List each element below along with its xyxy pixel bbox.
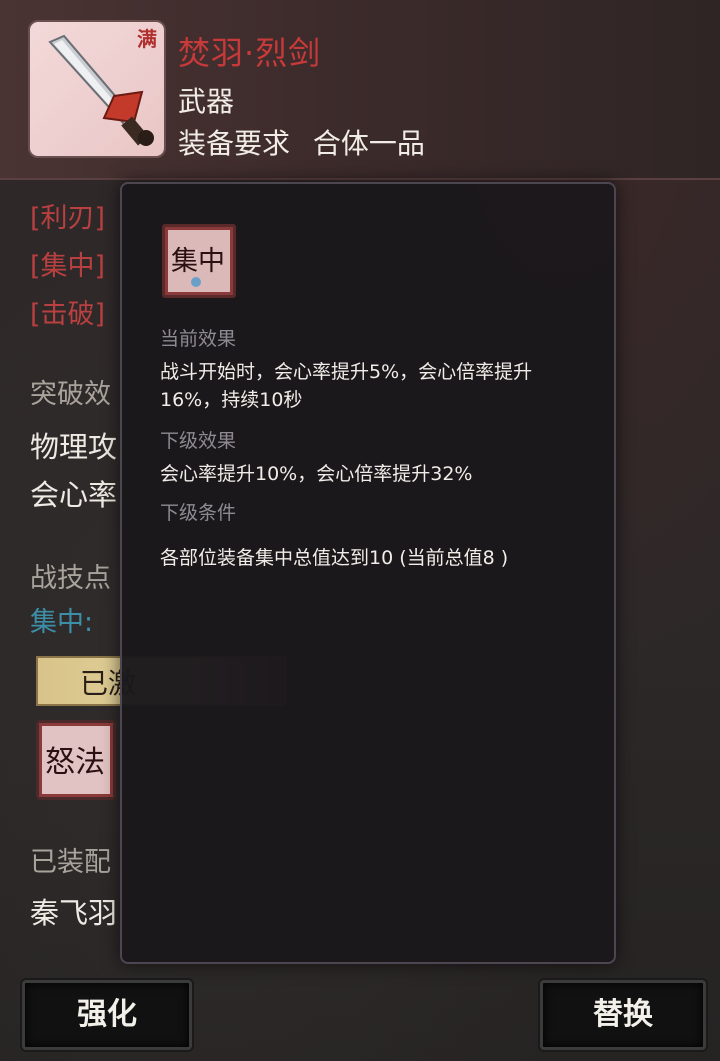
focus-line: 集中: [30, 607, 94, 638]
skill-icon-anger-text: 怒法 [45, 745, 105, 780]
skill-tooltip-popup: 集中 当前效果 战斗开始时，会心率提升5%，会心倍率提升16%，持续10秒 下级… [120, 182, 616, 964]
focus-skill-icon-text: 集中 [171, 246, 225, 277]
water-drop-icon [191, 277, 201, 287]
enhance-button[interactable]: 强化 [22, 980, 192, 1050]
next-condition-text: 各部位装备集中总值达到10 (当前总值8 ) [160, 547, 509, 569]
next-effect-text: 会心率提升10%，会心倍率提升32% [160, 463, 473, 485]
battle-skill-title: 战技点 [30, 563, 111, 594]
attribute-break[interactable]: [击破] [30, 292, 105, 331]
breakthrough-title: 突破效 [30, 379, 111, 410]
replace-button[interactable]: 替换 [540, 980, 706, 1050]
current-effect-label: 当前效果 [160, 328, 237, 350]
current-effect-text: 战斗开始时，会心率提升5%，会心倍率提升16%，持续10秒 [160, 361, 533, 411]
item-header: 满 焚羽·烈剑 武器 装备要求 合体一品 [0, 0, 720, 180]
equipped-title: 已装配 [30, 847, 111, 878]
requirement-row: 装备要求 合体一品 [178, 122, 425, 162]
requirement-value: 合体一品 [312, 127, 425, 160]
next-condition-label: 下级条件 [160, 502, 237, 524]
item-icon: 满 [28, 20, 166, 158]
equipped-character: 秦飞羽 [30, 896, 118, 930]
attribute-focus[interactable]: [集中] [30, 244, 105, 283]
stat-physical-attack: 物理攻 [30, 430, 118, 464]
full-badge: 满 [137, 27, 157, 51]
requirement-label: 装备要求 [178, 127, 291, 160]
item-name: 焚羽·烈剑 [178, 34, 322, 72]
stat-crit-rate: 会心率 [30, 478, 118, 512]
next-effect-label: 下级效果 [160, 430, 237, 452]
skill-icon-anger[interactable]: 怒法 [36, 720, 116, 800]
attribute-sharp[interactable]: [利刃] [30, 196, 105, 235]
item-type: 武器 [178, 85, 235, 118]
focus-skill-icon: 集中 [162, 224, 236, 298]
